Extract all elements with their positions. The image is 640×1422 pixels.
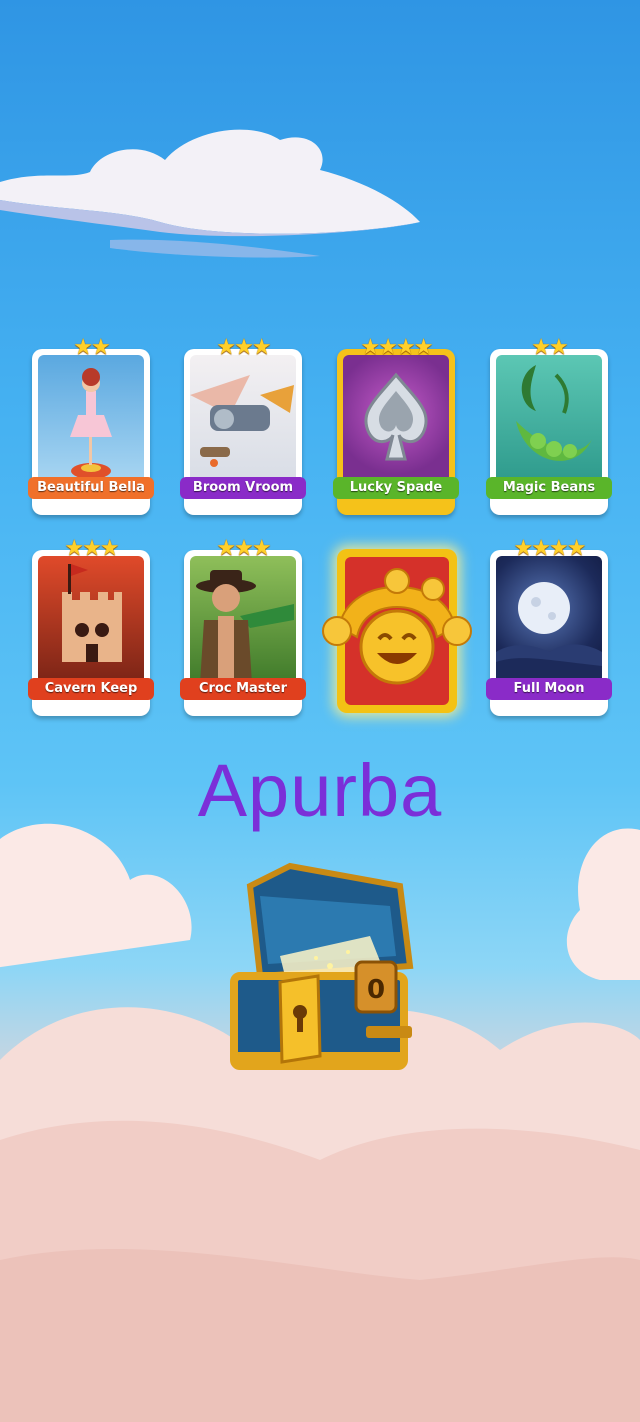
svg-text:0: 0 — [367, 975, 385, 1005]
rarity-stars: ★★★ — [216, 335, 271, 360]
treasure-chest-icon[interactable]: 0 — [220, 856, 430, 1096]
card-magic-beans[interactable]: ★★ Magic Beans — [486, 335, 612, 515]
card-label: Cavern Keep — [28, 678, 154, 700]
card-label: Broom Vroom — [180, 477, 306, 499]
card-label: Croc Master — [180, 678, 306, 700]
card-art — [190, 556, 296, 684]
jester-face-icon — [322, 568, 472, 685]
card-art — [496, 556, 602, 684]
card-label: Beautiful Bella — [28, 477, 154, 499]
card-broom-vroom[interactable]: ★★★ Broom Vroom — [180, 335, 306, 515]
rarity-stars: ★★ — [73, 335, 110, 360]
card-lucky-spade[interactable]: ★★★★ Lucky Spade — [333, 335, 459, 515]
card-label: Full Moon — [486, 678, 612, 700]
rarity-stars: ★★★★ — [360, 335, 434, 360]
card-art — [496, 355, 602, 483]
card-art — [343, 355, 449, 483]
card-full-moon[interactable]: ★★★★ Full Moon — [486, 536, 612, 716]
card-cavern-keep[interactable]: ★★★ Cavern Keep — [28, 536, 154, 716]
card-croc-master[interactable]: ★★★ Croc Master — [180, 536, 306, 716]
card-art — [190, 355, 296, 483]
cloud-icon — [0, 129, 420, 258]
card-label: Lucky Spade — [333, 477, 459, 499]
card-beautiful-bella[interactable]: ★★ Beautiful Bella — [28, 335, 154, 515]
rarity-stars: ★★★ — [216, 536, 271, 561]
card-art — [38, 556, 144, 684]
rarity-stars: ★★ — [531, 335, 568, 360]
rarity-stars: ★★★★ — [513, 536, 587, 561]
card-label: Magic Beans — [486, 477, 612, 499]
jester-card[interactable] — [322, 549, 472, 713]
card-art — [38, 355, 144, 483]
rarity-stars: ★★★ — [64, 536, 119, 561]
